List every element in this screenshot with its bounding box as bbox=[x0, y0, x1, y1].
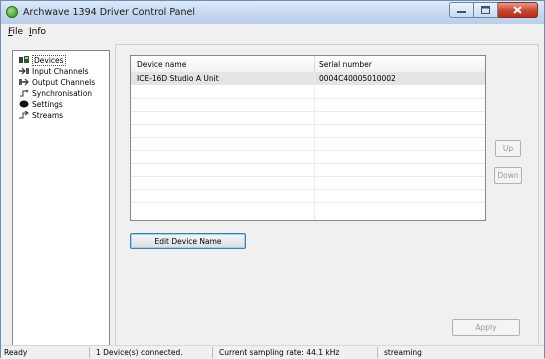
minimize-button[interactable] bbox=[449, 2, 474, 18]
serial-number-cell: 0004C40005010002 bbox=[319, 74, 396, 83]
tree-item-streams[interactable]: Streams bbox=[19, 110, 63, 120]
close-icon bbox=[513, 6, 522, 14]
status-bar: Ready 1 Device(s) connected. Current sam… bbox=[1, 345, 544, 359]
input-channels-icon bbox=[19, 67, 29, 75]
status-divider bbox=[89, 347, 90, 358]
column-gridline bbox=[314, 72, 315, 220]
navigation-tree: Devices Input Channels Output Channels S… bbox=[12, 50, 110, 347]
tree-item-input-channels[interactable]: Input Channels bbox=[19, 66, 89, 76]
app-window: Archwave 1394 Driver Control Panel File … bbox=[0, 0, 545, 359]
menu-file-rest: ile bbox=[12, 27, 24, 37]
row-gridline bbox=[131, 176, 485, 177]
close-button[interactable] bbox=[498, 2, 538, 18]
device-name-cell: ICE-16D Studio A Unit bbox=[137, 74, 219, 83]
maximize-button[interactable] bbox=[474, 2, 498, 18]
row-gridline bbox=[131, 98, 485, 99]
row-gridline bbox=[131, 189, 485, 190]
menu-info-rest: nfo bbox=[31, 27, 47, 37]
tree-item-settings[interactable]: Settings bbox=[19, 99, 63, 109]
tree-label-settings: Settings bbox=[32, 99, 63, 109]
minimize-icon bbox=[457, 11, 466, 13]
streams-icon bbox=[19, 110, 29, 119]
device-table[interactable]: Device name Serial number ICE-16D Studio… bbox=[130, 55, 486, 221]
column-header-device-name[interactable]: Device name bbox=[137, 60, 186, 69]
tree-label-input-channels: Input Channels bbox=[32, 66, 89, 76]
synchronisation-icon bbox=[19, 89, 29, 97]
row-gridline bbox=[131, 111, 485, 112]
status-divider bbox=[212, 347, 213, 358]
menu-bar: File Info bbox=[1, 24, 544, 40]
status-streaming: streaming bbox=[384, 348, 422, 357]
table-header: Device name Serial number bbox=[131, 56, 485, 73]
row-gridline bbox=[131, 150, 485, 151]
maximize-icon bbox=[481, 6, 490, 14]
column-divider[interactable] bbox=[314, 56, 315, 72]
table-row[interactable]: ICE-16D Studio A Unit 0004C40005010002 bbox=[131, 72, 485, 85]
window-title: Archwave 1394 Driver Control Panel bbox=[23, 7, 195, 18]
apply-button[interactable]: Apply bbox=[452, 319, 520, 336]
row-gridline bbox=[131, 124, 485, 125]
tree-item-output-channels[interactable]: Output Channels bbox=[19, 77, 95, 87]
tree-label-streams: Streams bbox=[32, 110, 64, 120]
tree-item-devices[interactable]: Devices bbox=[19, 54, 66, 66]
tree-item-synchronisation[interactable]: Synchronisation bbox=[19, 88, 92, 98]
menu-info[interactable]: Info bbox=[29, 27, 46, 37]
row-gridline bbox=[131, 202, 485, 203]
down-button[interactable]: Down bbox=[494, 167, 522, 184]
column-header-serial-number[interactable]: Serial number bbox=[319, 60, 372, 69]
status-device-count: 1 Device(s) connected. bbox=[96, 348, 183, 357]
edit-device-name-button[interactable]: Edit Device Name bbox=[130, 233, 246, 249]
output-channels-icon bbox=[19, 78, 29, 86]
status-sampling-rate: Current sampling rate: 44.1 kHz bbox=[219, 348, 340, 357]
tree-label-output-channels: Output Channels bbox=[32, 77, 96, 87]
tree-label-devices: Devices bbox=[32, 54, 66, 66]
status-divider bbox=[377, 347, 378, 358]
up-button[interactable]: Up bbox=[495, 140, 521, 157]
menu-file[interactable]: File bbox=[8, 27, 23, 37]
title-bar[interactable]: Archwave 1394 Driver Control Panel bbox=[1, 1, 544, 25]
status-ready: Ready bbox=[4, 348, 28, 357]
app-icon bbox=[6, 6, 18, 18]
row-gridline bbox=[131, 137, 485, 138]
row-gridline bbox=[131, 163, 485, 164]
devices-icon bbox=[19, 56, 29, 64]
settings-icon bbox=[19, 100, 29, 108]
tree-label-synchronisation: Synchronisation bbox=[32, 88, 93, 98]
caption-buttons bbox=[449, 2, 538, 19]
